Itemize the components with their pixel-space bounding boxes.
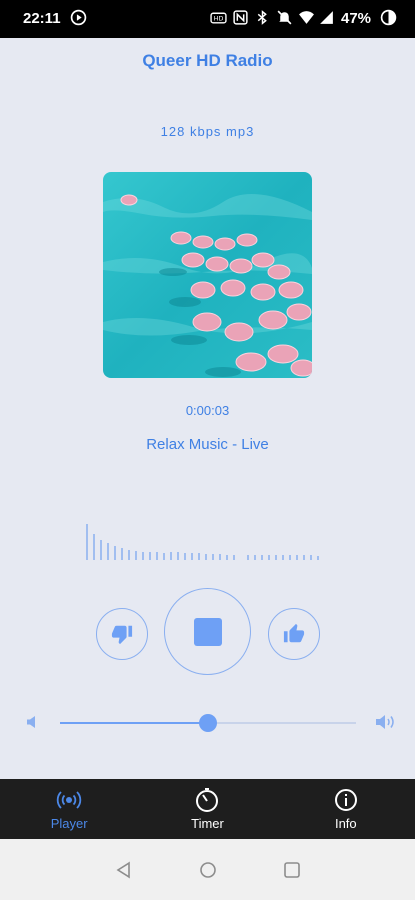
dislike-button[interactable] bbox=[96, 608, 148, 660]
status-bar: 22:11 HD 47% bbox=[0, 0, 415, 38]
thumbs-down-icon bbox=[111, 625, 133, 645]
bottom-navigation: Player Timer Info bbox=[0, 779, 415, 839]
status-time: 22:11 bbox=[23, 10, 61, 27]
volume-slider[interactable] bbox=[60, 712, 356, 734]
system-navigation-bar bbox=[0, 839, 415, 900]
timer-icon bbox=[196, 788, 219, 812]
nav-label-timer: Timer bbox=[191, 816, 224, 831]
bitrate-label: 128 kbps mp3 bbox=[160, 124, 255, 139]
audio-visualizer bbox=[86, 524, 319, 560]
stop-button[interactable] bbox=[164, 588, 251, 675]
nav-tab-player[interactable]: Player bbox=[0, 779, 138, 839]
volume-fill bbox=[60, 722, 208, 724]
nav-tab-timer[interactable]: Timer bbox=[138, 779, 276, 839]
nfc-icon bbox=[233, 10, 248, 25]
volume-high-icon[interactable] bbox=[375, 713, 397, 731]
battery-icon bbox=[380, 9, 397, 26]
artwork-image bbox=[103, 172, 312, 378]
back-icon[interactable] bbox=[115, 861, 133, 879]
broadcast-icon bbox=[57, 791, 82, 809]
wifi-icon bbox=[299, 11, 314, 24]
recents-icon[interactable] bbox=[283, 861, 301, 879]
nav-label-player: Player bbox=[50, 816, 88, 831]
battery-percentage: 47% bbox=[341, 10, 372, 27]
volume-low-icon[interactable] bbox=[26, 715, 38, 729]
info-icon bbox=[334, 789, 357, 811]
nav-tab-info[interactable]: Info bbox=[277, 779, 415, 839]
app-title: Queer HD Radio bbox=[142, 51, 273, 70]
home-icon[interactable] bbox=[199, 861, 217, 879]
bluetooth-icon bbox=[257, 10, 267, 25]
mute-icon bbox=[277, 10, 292, 25]
nav-label-info: Info bbox=[334, 816, 357, 831]
play-indicator-icon bbox=[70, 9, 87, 26]
like-button[interactable] bbox=[268, 608, 320, 660]
track-title: Relax Music - Live bbox=[146, 436, 269, 453]
elapsed-time: 0:00:03 bbox=[185, 403, 230, 418]
hd-voice-icon: HD bbox=[210, 12, 227, 24]
volume-thumb[interactable] bbox=[199, 714, 217, 732]
stop-icon bbox=[193, 617, 222, 646]
album-artwork bbox=[103, 172, 312, 378]
svg-text:HD: HD bbox=[214, 15, 224, 23]
signal-icon bbox=[320, 11, 333, 24]
thumbs-up-icon bbox=[283, 623, 305, 643]
